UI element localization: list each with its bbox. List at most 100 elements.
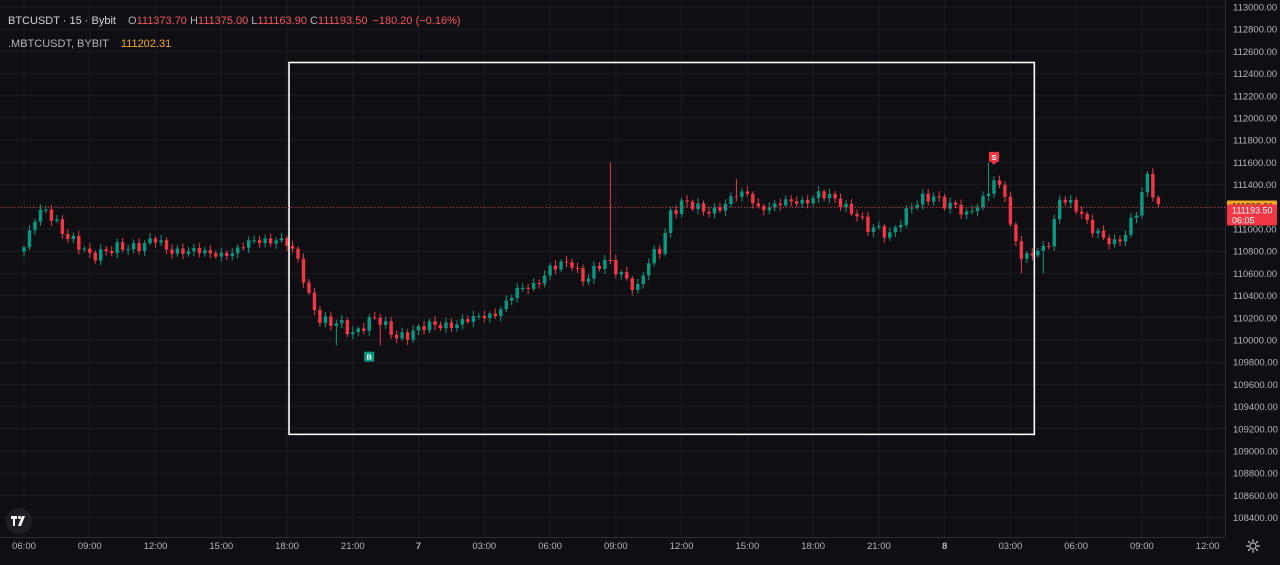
y-tick-label: 110400.00 [1233, 291, 1277, 302]
legend-row-index: .MBTCUSDT, BYBIT 111202.31 [8, 32, 461, 55]
candle-body [115, 242, 119, 254]
candle-body [438, 324, 443, 329]
candle-body [1123, 234, 1128, 242]
candle-body [1145, 173, 1150, 193]
tradingview-logo-icon[interactable] [6, 508, 32, 534]
candle-body [663, 232, 667, 254]
candle-body [575, 267, 580, 269]
x-tick-label: 03:00 [472, 541, 496, 552]
y-tick-label: 111800.00 [1233, 136, 1277, 147]
legend-symbol[interactable]: BTCUSDT · 15 · Bybit [8, 14, 116, 28]
candle-body [460, 319, 465, 325]
candle-body [636, 284, 640, 291]
candle-body [378, 317, 382, 325]
candle-body [312, 292, 317, 311]
gear-icon[interactable] [1245, 538, 1261, 554]
candle-body [784, 199, 788, 206]
candle-body [400, 332, 404, 339]
candle-body [647, 263, 651, 276]
legend-index-value: 111202.31 [120, 37, 172, 50]
candle-body [71, 235, 76, 239]
candle-body [44, 209, 48, 211]
countdown-label: 06:05 [1232, 216, 1255, 226]
candle-body [126, 249, 130, 251]
candle-body [148, 238, 152, 244]
candle-body [290, 245, 295, 249]
x-tick-label: 15:00 [209, 541, 233, 552]
candle-body [1041, 245, 1045, 251]
candle-body [55, 219, 59, 221]
y-tick-label: 110600.00 [1233, 269, 1277, 280]
candle-body [416, 326, 421, 331]
candle-body [170, 249, 174, 254]
candle-body [367, 317, 371, 331]
candle-body [838, 198, 843, 208]
candle-body [1003, 184, 1007, 197]
last-price-badge-label: 111193.50 [1232, 206, 1273, 216]
candle-body [27, 230, 32, 248]
chart-area[interactable]: 108400.00 108600.00 108800.00 109000.00 1092… [0, 0, 1280, 560]
candle-body [493, 313, 497, 317]
candle-body [685, 200, 689, 202]
candle-body [1014, 224, 1018, 242]
candle-body [301, 258, 306, 283]
y-tick-label: 108800.00 [1233, 469, 1278, 480]
x-tick-label: 21:00 [341, 541, 365, 552]
candle-body [433, 321, 437, 325]
candle-body [1052, 219, 1056, 247]
candle-body [625, 272, 629, 279]
x-tick-label: 03:00 [999, 541, 1023, 552]
chart-canvas[interactable]: 108400.00 108600.00 108800.00 109000.00 1092… [0, 0, 1280, 560]
candle-body [488, 313, 492, 319]
candle-body [203, 250, 207, 254]
candle-body [175, 248, 180, 254]
candle-body [592, 265, 596, 279]
x-tick-label: 21:00 [867, 541, 891, 552]
candle-body [66, 233, 70, 239]
candle-body [904, 208, 908, 225]
candle-body [789, 199, 793, 202]
candle-body [356, 328, 360, 332]
candle-body [805, 199, 810, 204]
legend-low: 111163.90 [257, 14, 307, 27]
candle-body [1019, 241, 1024, 259]
y-tick-label: 109800.00 [1233, 358, 1278, 369]
x-tick-label: 06:00 [1064, 541, 1088, 552]
candle-body [564, 261, 569, 263]
candle-body [99, 249, 103, 261]
candle-body [1151, 173, 1155, 198]
candle-body [471, 316, 476, 322]
candle-body [548, 265, 552, 276]
candle-body [153, 238, 158, 243]
candle-body [1118, 239, 1122, 242]
candle-body [1008, 196, 1013, 225]
legend-index-symbol[interactable]: .MBTCUSDT, BYBIT [8, 37, 109, 51]
y-tick-label: 110200.00 [1233, 313, 1277, 324]
candle-body [734, 196, 739, 198]
candle-body [1085, 213, 1089, 220]
candle-body [751, 193, 755, 204]
x-tick-label: 18:00 [801, 541, 825, 552]
candle-body [219, 252, 223, 257]
candle-body [953, 202, 958, 205]
candle-body [893, 227, 898, 233]
candle-body [318, 310, 322, 323]
candle-body [82, 248, 86, 250]
candle-body [444, 322, 448, 329]
candle-body [246, 240, 251, 248]
candle-body [252, 240, 256, 242]
y-tick-label: 113000.00 [1233, 3, 1277, 14]
legend-change: −180.20 (−0.16%) [372, 14, 461, 27]
candle-body [159, 240, 163, 243]
candle-body [499, 309, 503, 317]
legend-high-label: H [189, 14, 198, 27]
candle-body [88, 248, 92, 253]
candle-body [888, 232, 892, 238]
y-tick-label: 112400.00 [1233, 69, 1277, 80]
candle-body [740, 191, 744, 197]
sell-marker-pointer [990, 161, 997, 165]
x-tick-label: 15:00 [735, 541, 759, 552]
y-tick-label: 110000.00 [1233, 336, 1277, 347]
candle-body [181, 248, 185, 254]
candle-body [800, 199, 804, 204]
